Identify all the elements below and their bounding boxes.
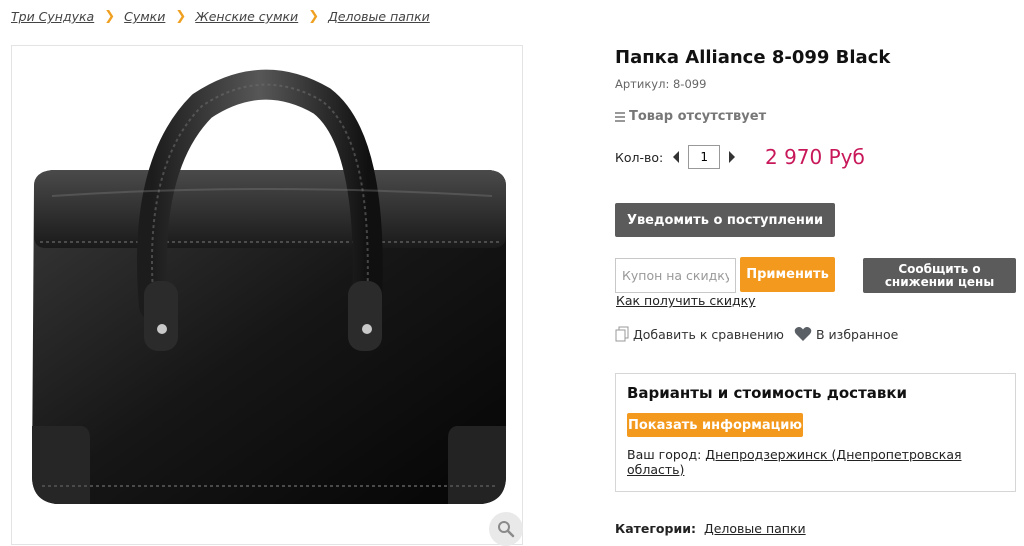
product-title: Папка Alliance 8-099 Black [615, 47, 891, 68]
sku-label: Артикул: [615, 77, 670, 91]
breadcrumb-link-home[interactable]: Три Сундука [11, 9, 94, 24]
magnifier-icon [498, 521, 515, 538]
arrow-right-icon[interactable] [729, 151, 736, 163]
sku-value: 8-099 [672, 77, 707, 91]
arrow-left-icon[interactable] [673, 151, 680, 163]
notify-button[interactable]: Уведомить о поступлении [615, 203, 835, 237]
apply-coupon-button[interactable]: Применить [740, 257, 835, 292]
zoom-button[interactable] [489, 512, 523, 546]
stock-status-text: Товар отсутствует [629, 109, 767, 124]
coupon-help-link[interactable]: Как получить скидку [616, 293, 756, 308]
add-to-favorites-link[interactable]: В избранное [794, 326, 898, 342]
chevron-right-icon: ❯ [175, 9, 187, 24]
chevron-right-icon: ❯ [104, 9, 116, 24]
quantity-input[interactable] [688, 145, 721, 169]
breadcrumb-link-womens-bags[interactable]: Женские сумки [195, 9, 298, 24]
categories-label: Категории: [615, 521, 696, 536]
quantity-label: Кол-во: [615, 149, 664, 165]
city-label: Ваш город: [627, 447, 702, 462]
breadcrumb-link-bags[interactable]: Сумки [124, 9, 165, 24]
categories-row: Категории: Деловые папки [615, 521, 806, 536]
compare-icon [615, 326, 629, 342]
product-image[interactable] [11, 45, 523, 545]
product-sku: Артикул: 8-099 [615, 77, 706, 91]
coupon-input[interactable] [615, 258, 736, 293]
category-link[interactable]: Деловые папки [704, 521, 806, 536]
product-price: 2 970 Руб [765, 145, 865, 169]
favorite-label: В избранное [816, 326, 899, 342]
city-row: Ваш город: Днепродзержинск (Днепропетров… [627, 447, 997, 477]
stock-status: Товар отсутствует [615, 109, 766, 124]
show-delivery-info-button[interactable]: Показать информацию [627, 413, 803, 437]
add-to-compare-link[interactable]: Добавить к сравнению [615, 326, 784, 342]
chevron-right-icon: ❯ [308, 9, 320, 24]
report-price-drop-button[interactable]: Сообщить о снижении цены [863, 258, 1016, 293]
list-icon [615, 111, 625, 122]
breadcrumb-link-business-folders[interactable]: Деловые папки [328, 9, 430, 24]
breadcrumb: Три Сундука ❯ Сумки ❯ Женские сумки ❯ Де… [11, 9, 430, 24]
compare-label: Добавить к сравнению [633, 326, 784, 342]
quantity-stepper: Кол-во: [615, 145, 736, 169]
heart-icon [794, 327, 812, 341]
delivery-title: Варианты и стоимость доставки [627, 384, 908, 402]
delivery-panel: Варианты и стоимость доставки Показать и… [615, 373, 1016, 492]
bag-photo [32, 69, 506, 504]
